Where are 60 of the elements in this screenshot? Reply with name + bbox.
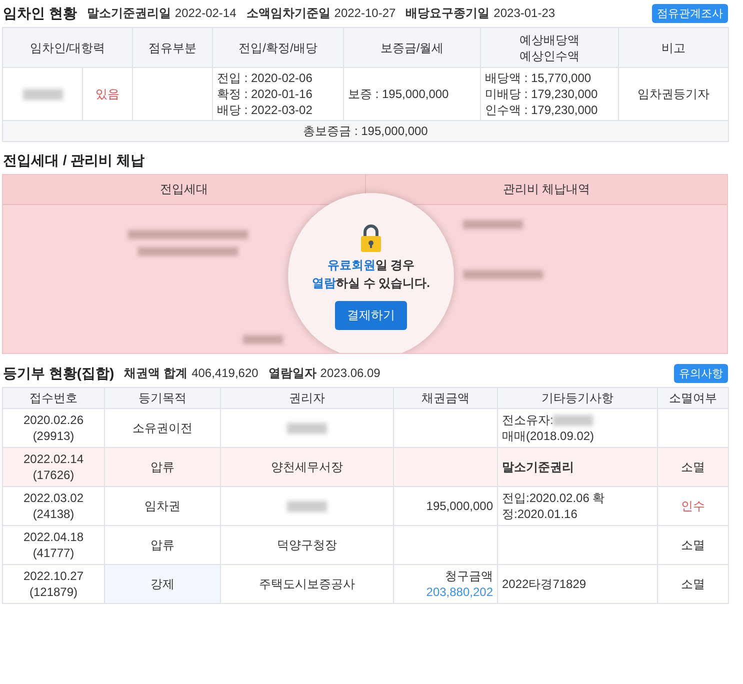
blurred-text [463, 220, 523, 229]
amount-value: 203,880,202 [425, 584, 493, 600]
note-text: 2022타경71829 [502, 577, 586, 591]
table-cell: 압류 [104, 526, 220, 564]
column-header: 전입세대 [159, 181, 209, 198]
amount-label: 청구금액 [444, 568, 493, 584]
column-header: 보증금/월세 [344, 28, 480, 68]
fact-text: 말소기준권리일 2022-02-14 [86, 5, 236, 22]
table-cell: 2020.02.26 (29913) [2, 408, 104, 448]
column-header: 예상배당액 예상인수액 [480, 28, 618, 68]
table-cell: 2022.03.02 (24138) [2, 486, 104, 526]
table-cell: 2022.02.14 (17626) [2, 448, 104, 486]
table-cell: 덕양구청장 [277, 538, 337, 552]
pay-button[interactable]: 결제하기 [335, 300, 407, 330]
status-text: 인수 [681, 499, 705, 513]
table-cell: 보증 : 195,000,000 [344, 68, 480, 120]
amount-value: 195,000,000 [425, 498, 493, 514]
column-header: 등기목적 [104, 388, 220, 408]
table-cell: 주택도시보증공사 [259, 577, 355, 591]
fact-text: 소액임차기준일 2022-10-27 [246, 5, 396, 22]
note-text: 매매(2018.09.02) [502, 429, 594, 443]
table-cell: 2022.04.18 (41777) [2, 526, 104, 564]
survey-button[interactable]: 점유관계조사 [652, 4, 728, 23]
fact-text: 채권액 합계 406,419,620 [124, 365, 258, 382]
column-header: 소멸여부 [658, 388, 728, 408]
column-header: 점유부분 [132, 28, 212, 68]
fact-text: 열람일자 2023.06.09 [268, 365, 380, 382]
section-title: 전입세대 / 관리비 체납 [3, 152, 145, 170]
blurred-name [22, 89, 62, 100]
fact-text: 배당요구종기일 2023-01-23 [406, 5, 556, 22]
column-header: 임차인/대항력 [2, 28, 132, 68]
notice-button[interactable]: 유의사항 [674, 364, 728, 383]
column-header: 비고 [618, 28, 728, 68]
status-text: 소멸 [681, 460, 705, 474]
note-text: 전소유자: [502, 413, 554, 427]
paywall-message: 유료회원일 경우 열람하실 수 있습니다. [312, 256, 430, 292]
table-cell: 전입 : 2020-02-06 확정 : 2020-01-16 배당 : 2022-03-02 [212, 68, 344, 120]
column-header: 접수번호 [2, 388, 104, 408]
table-cell: 배당액 : 15,770,000 미배당 : 179,230,000 인수액 : 179,230,000 [480, 68, 618, 120]
blurred-text [243, 335, 283, 344]
section-title: 임차인 현황 [3, 4, 77, 22]
column-header: 채권금액 [394, 388, 498, 408]
status-text: 소멸 [681, 577, 705, 591]
status-text: 소멸 [681, 538, 705, 552]
note-text: 전입:2020.02.06 확정:2020.01.16 [502, 491, 605, 521]
column-header: 기타등기사항 [498, 388, 658, 408]
section-title: 등기부 현황(집합) [3, 364, 114, 382]
table-cell: 임차권 [104, 486, 220, 526]
lock-icon [360, 222, 382, 252]
table-cell: 압류 [104, 448, 220, 486]
note-text: 말소기준권리 [502, 460, 574, 474]
table-cell: 소유권이전 [104, 408, 220, 448]
total-cell: 총보증금 : 195,000,000 [2, 120, 728, 142]
table-cell: 강제 [104, 564, 220, 604]
table-cell: 2022.10.27 (121879) [2, 564, 104, 604]
column-header: 권리자 [220, 388, 394, 408]
table-cell: 양천세무서장 [271, 460, 343, 474]
table-cell: 있음 [82, 68, 132, 120]
column-header: 전입/확정/배당 [212, 28, 344, 68]
table-cell: 임차권등기자 [618, 68, 728, 120]
